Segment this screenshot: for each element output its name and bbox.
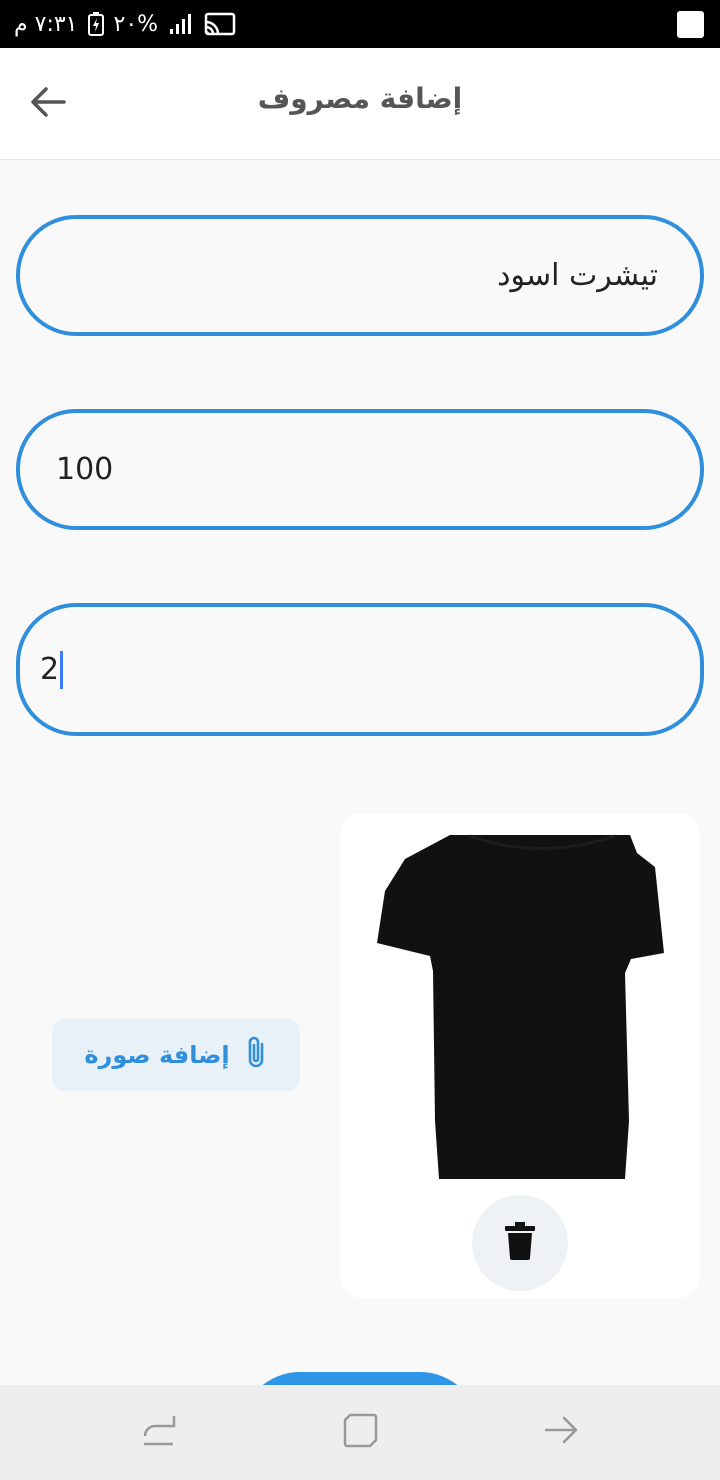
notification-square-icon [677,11,704,38]
cast-icon [204,12,236,36]
system-back-button[interactable] [537,1407,587,1457]
amount-field[interactable] [16,409,704,530]
amount-input[interactable] [56,452,664,487]
home-button[interactable] [335,1407,385,1457]
quantity-field[interactable]: 2 [16,603,704,736]
paperclip-icon [244,1034,268,1076]
expense-name-field[interactable] [16,215,704,336]
battery-icon [87,12,104,36]
recent-apps-button[interactable] [134,1407,184,1457]
battery-percent: ٢٠% [113,11,159,37]
image-preview-card [340,813,700,1298]
expense-name-input[interactable] [62,258,658,293]
trash-icon [505,1222,535,1264]
home-icon [342,1412,378,1452]
recent-apps-icon [141,1412,177,1452]
page-title: إضافة مصروف [257,82,463,115]
status-time: ٧:٣١ م [14,11,78,37]
navigation-bar [0,1385,720,1480]
status-left-group: ٧:٣١ م ٢٠% [14,8,236,40]
delete-image-button[interactable] [472,1195,568,1291]
add-image-label: إضافة صورة [84,1041,230,1069]
tshirt-image [375,831,665,1185]
signal-icon [168,13,194,35]
quantity-value: 2 [40,652,60,687]
text-cursor [60,650,64,689]
status-bar: ٧:٣١ م ٢٠% [0,0,720,48]
back-icon [544,1412,580,1452]
app-bar: إضافة مصروف [0,48,720,160]
add-image-button[interactable]: إضافة صورة [52,1019,300,1091]
